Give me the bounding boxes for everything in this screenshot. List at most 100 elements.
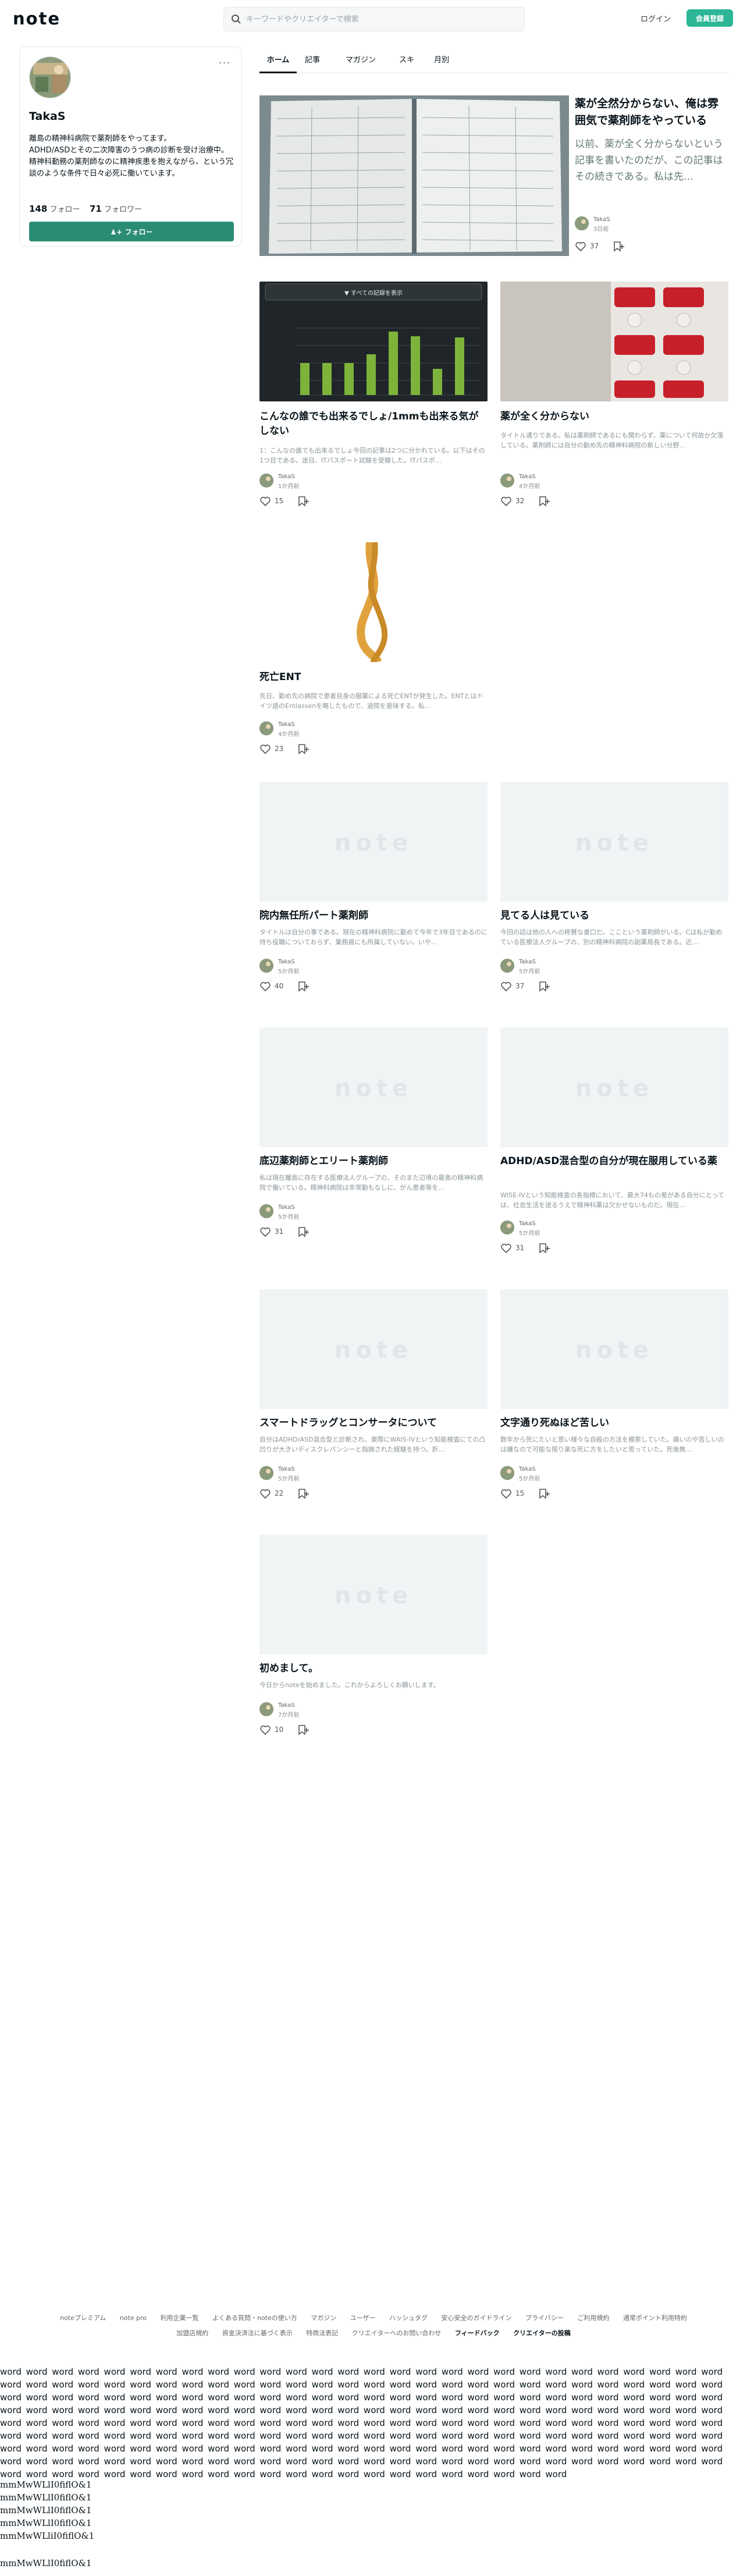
featured-title[interactable]: 薬が全然分からない、俺は雰囲気で薬剤師をやっている xyxy=(575,95,728,129)
author-name[interactable]: TakaS xyxy=(593,216,610,223)
footer-link[interactable]: noteプレミアム xyxy=(60,2311,106,2326)
search-box[interactable] xyxy=(223,7,525,31)
follow-button[interactable]: ♟+ フォロー xyxy=(29,222,234,241)
article-card[interactable]: note 見てる人は見ている 今回の話は他の人への称賛な書口だ。ここという薬剤師… xyxy=(500,782,728,1003)
author-avatar[interactable] xyxy=(500,474,514,488)
author-name[interactable]: TakaS xyxy=(519,474,536,480)
footer-link[interactable]: 資金決済法に基づく表示 xyxy=(222,2326,293,2341)
author-name[interactable]: TakaS xyxy=(519,1221,536,1227)
bookmark-icon[interactable] xyxy=(297,1488,310,1500)
heart-icon[interactable] xyxy=(259,1226,271,1238)
bookmark-icon[interactable] xyxy=(297,496,310,507)
author-name[interactable]: TakaS xyxy=(519,1466,536,1472)
heart-icon[interactable] xyxy=(259,1724,271,1736)
bookmark-icon[interactable] xyxy=(612,241,625,252)
article-card[interactable]: note 文字通り死ぬほど苦しい 数年から死にたいと思い様々な自殺の方法を模索し… xyxy=(500,1289,728,1510)
more-options-button[interactable]: ··· xyxy=(215,54,234,70)
author-name[interactable]: TakaS xyxy=(278,474,295,480)
search-input[interactable] xyxy=(246,8,514,31)
tab-home[interactable]: ホーム xyxy=(259,54,297,73)
article-title[interactable]: 底辺薬剤師とエリート薬剤師 xyxy=(259,1154,488,1169)
article-title[interactable]: 薬が全く分からない xyxy=(500,410,728,424)
article-card[interactable]: note 初めまして。 今日からnoteを始めました。これからよろしくお願いしま… xyxy=(259,1535,488,1744)
author-avatar[interactable] xyxy=(500,1466,514,1480)
note-logo[interactable]: note xyxy=(13,9,61,29)
author-avatar[interactable] xyxy=(575,216,589,230)
author-avatar[interactable] xyxy=(259,1204,273,1218)
article-thumbnail[interactable]: note xyxy=(500,1027,728,1147)
author-avatar[interactable] xyxy=(500,1221,514,1234)
article-thumbnail[interactable]: note xyxy=(500,1289,728,1409)
article-title[interactable]: 文字通り死ぬほど苦しい xyxy=(500,1416,728,1431)
bookmark-icon[interactable] xyxy=(297,1724,310,1736)
author-name[interactable]: TakaS xyxy=(519,959,536,965)
article-title[interactable]: 見てる人は見ている xyxy=(500,909,728,923)
author-avatar[interactable] xyxy=(500,959,514,973)
bookmark-icon[interactable] xyxy=(538,981,550,992)
follow-count[interactable]: 148 xyxy=(29,204,47,214)
heart-icon[interactable] xyxy=(500,1488,512,1500)
article-thumbnail[interactable] xyxy=(500,282,728,401)
bookmark-icon[interactable] xyxy=(297,743,310,755)
bookmark-icon[interactable] xyxy=(297,981,310,992)
author-name[interactable]: TakaS xyxy=(278,1702,295,1709)
follow-label[interactable]: フォロー xyxy=(49,205,80,214)
featured-thumbnail[interactable] xyxy=(259,95,569,256)
heart-icon[interactable] xyxy=(500,981,512,992)
heart-icon[interactable] xyxy=(259,743,271,755)
footer-link[interactable]: プライバシー xyxy=(525,2311,564,2326)
heart-icon[interactable] xyxy=(259,981,271,992)
heart-icon[interactable] xyxy=(500,1243,512,1254)
author-avatar[interactable] xyxy=(259,1702,273,1716)
article-title[interactable]: こんなの誰でも出来るでしょ/1mmも出来る気がしない xyxy=(259,410,488,439)
author-name[interactable]: TakaS xyxy=(278,721,295,728)
bookmark-icon[interactable] xyxy=(538,1243,550,1254)
footer-link[interactable]: マガジン xyxy=(311,2311,336,2326)
author-name[interactable]: TakaS xyxy=(278,1204,295,1211)
footer-link[interactable]: 特商法表記 xyxy=(306,2326,338,2341)
article-card[interactable]: note 院内無任所パート薬剤師 タイトルは自分の事である。現在の精神科病院に勤… xyxy=(259,782,488,1003)
article-card[interactable]: 死亡ENT 先日、勤め先の病院で患者自身の服薬による死亡ENTが発生した。ENT… xyxy=(259,542,488,763)
article-card[interactable]: note 底辺薬剤師とエリート薬剤師 私は現在離島に存在する医療法人グループの、… xyxy=(259,1027,488,1248)
article-thumbnail[interactable]: note xyxy=(500,782,728,902)
footer-link[interactable]: note pro xyxy=(120,2311,147,2326)
heart-icon[interactable] xyxy=(500,496,512,507)
article-title[interactable]: 初めまして。 xyxy=(259,1661,488,1676)
article-thumbnail[interactable]: note xyxy=(259,1535,488,1655)
article-card[interactable]: note スマートドラッグとコンサータについて 自分はADHD/ASD混合型と診… xyxy=(259,1289,488,1510)
heart-icon[interactable] xyxy=(259,496,271,507)
article-card[interactable]: note ADHD/ASD混合型の自分が現在服用している薬 WISE-IVという… xyxy=(500,1027,728,1260)
login-button[interactable]: ログイン xyxy=(634,9,677,27)
avatar[interactable] xyxy=(29,56,71,98)
bookmark-icon[interactable] xyxy=(538,1488,550,1500)
footer-link-creator-post[interactable]: クリエイターの投稿 xyxy=(513,2326,571,2341)
author-name[interactable]: TakaS xyxy=(278,1466,295,1472)
author-avatar[interactable] xyxy=(259,1466,273,1480)
footer-link[interactable]: ユーザー xyxy=(350,2311,376,2326)
article-thumbnail[interactable]: note xyxy=(259,1289,488,1409)
footer-link[interactable]: 加盟店規約 xyxy=(176,2326,208,2341)
signup-button[interactable]: 会員登録 xyxy=(686,9,733,27)
tab-likes[interactable]: スキ xyxy=(399,54,414,73)
tab-magazines[interactable]: マガジン xyxy=(346,54,376,73)
heart-icon[interactable] xyxy=(259,1488,271,1500)
footer-link[interactable]: 通常ポイント利用特約 xyxy=(623,2311,687,2326)
follower-label[interactable]: フォロワー xyxy=(104,205,142,214)
footer-link[interactable]: 利用企業一覧 xyxy=(160,2311,198,2326)
author-avatar[interactable] xyxy=(259,721,273,735)
article-card[interactable]: ▼ すべての記録を表示 こんなの誰でも出来るでしょ/1mmも出来る気がしない 1… xyxy=(259,282,488,508)
footer-link[interactable]: 安心安全のガイドライン xyxy=(442,2311,512,2326)
article-thumbnail[interactable]: ▼ すべての記録を表示 xyxy=(259,282,488,401)
heart-icon[interactable] xyxy=(575,241,586,252)
author-name[interactable]: TakaS xyxy=(278,959,295,965)
footer-link[interactable]: ハッシュタグ xyxy=(389,2311,428,2326)
article-title[interactable]: ADHD/ASD混合型の自分が現在服用している薬 xyxy=(500,1154,728,1169)
footer-link[interactable]: よくある質問・noteの使い方 xyxy=(212,2311,297,2326)
article-title[interactable]: スマートドラッグとコンサータについて xyxy=(259,1416,488,1431)
follower-count[interactable]: 71 xyxy=(90,204,102,214)
article-thumbnail[interactable]: note xyxy=(259,1027,488,1147)
article-card[interactable]: 薬が全く分からない タイトル通りである。私は薬剤師であるにも関わらず、薬について… xyxy=(500,282,728,508)
article-thumbnail[interactable]: note xyxy=(259,782,488,902)
footer-link-feedback[interactable]: フィードバック xyxy=(455,2326,500,2341)
footer-link[interactable]: ご利用規約 xyxy=(577,2311,609,2326)
